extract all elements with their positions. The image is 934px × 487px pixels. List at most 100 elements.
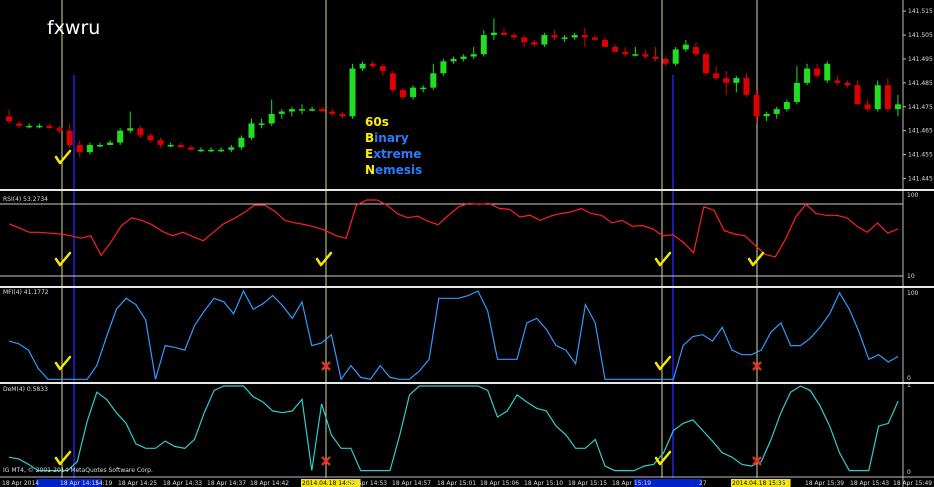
candle-body	[511, 35, 518, 38]
time-label: 18 Apr 14:15	[60, 480, 99, 487]
candle-body	[26, 125, 33, 128]
candle[interactable]	[703, 51, 710, 76]
candle-body	[834, 80, 841, 83]
candle-body	[76, 144, 83, 153]
overlay-initial-b: B	[365, 131, 374, 145]
candle-body	[228, 147, 235, 150]
candle-body	[288, 109, 295, 112]
candle-body	[551, 35, 558, 38]
candle-body	[197, 149, 204, 152]
candle-body	[16, 123, 23, 126]
overlay-line-extreme: Extreme	[365, 147, 421, 161]
candle-body	[682, 44, 689, 50]
price-label: 141.475	[908, 104, 933, 111]
candle-body	[117, 130, 124, 143]
candle-body	[460, 56, 467, 59]
candle-body	[824, 63, 831, 81]
candle-body	[430, 73, 437, 88]
candle-body	[703, 54, 710, 74]
time-label: 18 Apr 2014	[2, 480, 39, 487]
time-label: 18 Apr 14:33	[163, 480, 202, 487]
candle-body	[571, 35, 578, 38]
price-label: 141.465	[908, 128, 933, 135]
candle[interactable]	[824, 61, 831, 83]
overlay-initial-e: E	[365, 147, 373, 161]
candle-body	[591, 37, 598, 40]
candle-body	[541, 35, 548, 45]
candle-body	[804, 68, 811, 83]
time-label: 18 Apr 14:25	[118, 480, 157, 487]
candle-body	[743, 78, 750, 95]
candle-body	[399, 90, 406, 98]
candle-body	[56, 128, 63, 131]
candle-body	[238, 137, 245, 148]
candle-body	[6, 116, 13, 122]
time-label: 18 Apr 15:01	[437, 480, 476, 487]
time-label: 27	[699, 480, 707, 487]
time-label: 18 Apr 15:49	[893, 480, 932, 487]
time-label: 2014.04.18 15:35	[732, 480, 786, 487]
candle-body	[844, 82, 851, 86]
mfi-scale-bottom: 0	[907, 375, 911, 382]
overlay-line-60s: 60s	[365, 115, 389, 129]
candle-body	[692, 47, 699, 55]
overlay-rest-binary: inary	[374, 131, 409, 145]
candle-body	[46, 125, 53, 129]
candle[interactable]	[389, 70, 396, 93]
candle-body	[884, 85, 891, 110]
time-label: 35	[780, 480, 788, 487]
candle-body	[248, 123, 255, 138]
candle[interactable]	[672, 47, 679, 67]
candle-body	[157, 140, 164, 145]
dem-scale-top: 1	[907, 382, 911, 389]
candle-body	[96, 144, 103, 147]
candle-body	[137, 128, 144, 136]
overlay-rest-extreme: xtreme	[373, 147, 421, 161]
candle-body	[723, 78, 730, 83]
candle-body	[501, 32, 508, 36]
candle-body	[531, 42, 538, 45]
price-label: 141.485	[908, 80, 933, 87]
time-label: 18 Apr 15:43	[850, 480, 889, 487]
candle-body	[309, 109, 316, 111]
candle-body	[602, 39, 609, 48]
candle-body	[793, 82, 800, 102]
candle-body	[632, 54, 639, 56]
candle-body	[652, 56, 659, 59]
watermark: fxwru	[47, 17, 100, 39]
rsi-scale-top: 100	[907, 192, 919, 199]
candle-body	[783, 101, 790, 110]
mt4-chart-window[interactable]: 141.515 141.505 141.495 141.485 141.475 141.4…	[0, 0, 934, 487]
time-label: 14:19	[95, 480, 112, 487]
candle[interactable]	[349, 63, 356, 119]
time-label: 18 Apr 14:53	[348, 480, 387, 487]
candle-body	[329, 111, 336, 114]
candle-body	[581, 35, 588, 38]
candle-body	[480, 35, 487, 55]
time-label: 18 Apr 15:06	[480, 480, 519, 487]
candle[interactable]	[117, 128, 124, 145]
price-label: 141.515	[908, 8, 933, 15]
candle-body	[773, 109, 780, 114]
candle-body	[854, 85, 861, 105]
candle-body	[319, 109, 326, 112]
candle-body	[278, 111, 285, 114]
candle-body	[389, 73, 396, 91]
copyright-text: IG MT4, © 2001-2014 MetaQuotes Software …	[3, 467, 153, 474]
price-label: 141.445	[908, 175, 933, 182]
candle-body	[622, 51, 629, 55]
candle-body	[369, 63, 376, 67]
time-label: 18 Apr 15:39	[805, 480, 844, 487]
candle-body	[86, 144, 93, 153]
candle-body	[440, 61, 447, 74]
candle-body	[410, 87, 417, 98]
overlay-line-nemesis: Nemesis	[365, 163, 422, 177]
candle[interactable]	[440, 58, 447, 76]
candle-body	[359, 63, 366, 69]
candle-body	[268, 113, 275, 124]
price-label: 141.495	[908, 56, 933, 63]
candle-body	[470, 54, 477, 57]
candle-body	[733, 78, 740, 83]
candle-body	[298, 109, 305, 111]
candle-body	[36, 125, 43, 128]
